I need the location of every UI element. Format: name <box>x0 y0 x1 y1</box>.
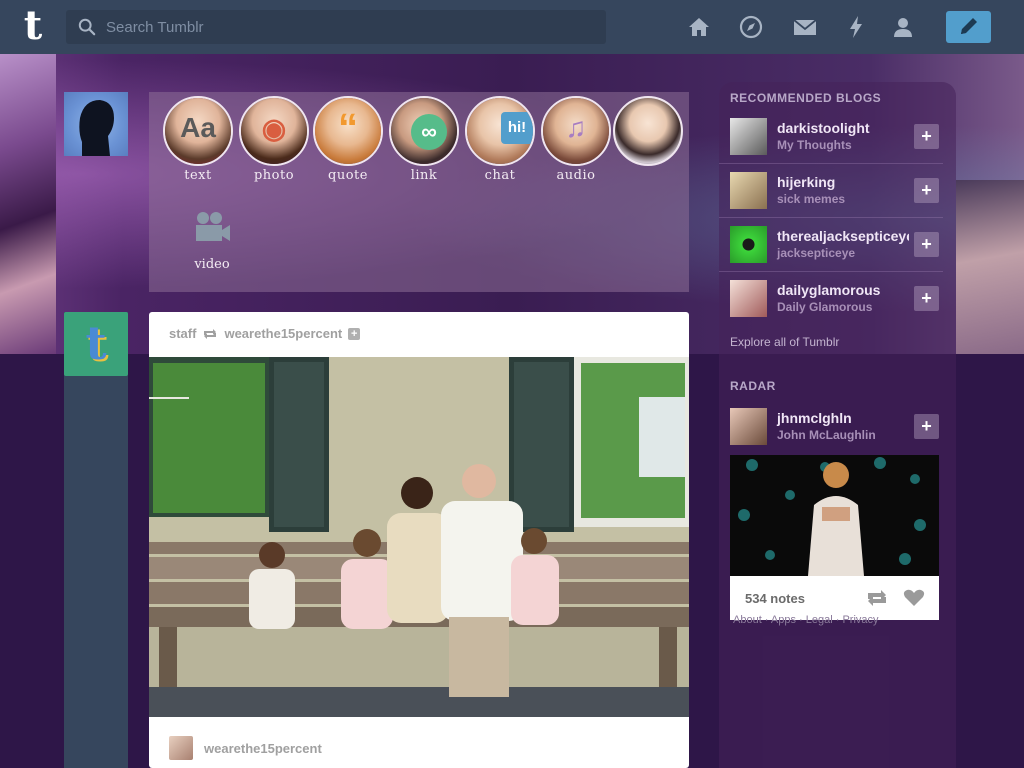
compose-audio-label: audio <box>556 168 596 183</box>
blog-title: sick memes <box>777 192 846 206</box>
text-icon: Aa <box>180 112 216 143</box>
blog-name[interactable]: jhnmclghln <box>777 410 852 426</box>
footer-links[interactable]: About · Apps · Legal · Privacy <box>733 614 879 626</box>
compose-chat-label: chat <box>484 168 516 183</box>
follow-blog-button[interactable]: + <box>914 286 939 311</box>
theme-art-left <box>0 54 56 354</box>
post-author[interactable]: staff <box>169 326 196 341</box>
compose-quote-button[interactable]: “ quote <box>310 92 386 183</box>
link-icon: ∞ <box>411 114 447 150</box>
compose-photo-button[interactable]: ◉ photo <box>236 92 312 183</box>
blog-name[interactable]: hijerking <box>777 174 835 190</box>
right-sidebar: RECOMMENDED BLOGS darkistoolight My Thou… <box>719 82 956 768</box>
chat-post-bubble: hi! <box>465 96 535 166</box>
compose-audio-button[interactable]: ♫ audio <box>538 92 614 183</box>
radar-gif <box>730 455 939 576</box>
post-header: staff wearethe15percent + <box>169 326 361 341</box>
follow-blog-button[interactable]: + <box>914 232 939 257</box>
recommended-blog-row[interactable]: therealjacksepticeye jacksepticeye + <box>719 218 956 272</box>
recommended-blog-row[interactable]: hijerking sick memes + <box>719 164 956 218</box>
top-navigation-bar: t <box>0 0 1024 54</box>
follow-blog-button[interactable]: + <box>914 414 939 439</box>
camera-icon: ◉ <box>261 113 287 144</box>
photo-post-bubble: ◉ <box>239 96 309 166</box>
blog-avatar[interactable] <box>730 118 767 155</box>
quote-post-bubble: “ <box>313 96 383 166</box>
compose-photo-label: photo <box>253 168 295 183</box>
blog-name[interactable]: therealjacksepticeye <box>777 228 909 244</box>
home-icon[interactable] <box>686 14 712 40</box>
reblog-icon <box>204 328 217 339</box>
video-camera-icon <box>196 212 230 241</box>
headphones-icon: ♫ <box>565 112 587 143</box>
staff-avatar[interactable]: t <box>64 312 128 376</box>
reblog-source-avatar[interactable] <box>169 736 193 760</box>
account-icon[interactable] <box>890 14 916 40</box>
silhouette-icon <box>79 100 114 156</box>
blog-title: jacksepticeye <box>777 246 856 260</box>
compose-link-button[interactable]: ∞ link <box>386 92 462 183</box>
blog-avatar[interactable] <box>730 280 767 317</box>
blog-avatar[interactable] <box>730 226 767 263</box>
compose-link-label: link <box>410 168 438 183</box>
recommended-blog-row[interactable]: dailyglamorous Daily Glamorous + <box>719 272 956 326</box>
compose-button[interactable] <box>946 11 991 43</box>
audio-post-bubble: ♫ <box>541 96 611 166</box>
search-input[interactable] <box>104 17 588 37</box>
dashboard-post: staff wearethe15percent + wearethe15perc… <box>149 312 689 768</box>
compass-icon[interactable] <box>738 14 764 40</box>
mail-icon[interactable] <box>792 14 818 40</box>
notes-count[interactable]: 534 notes <box>745 591 805 606</box>
theme-art-right <box>956 180 1024 354</box>
tumblr-logo[interactable]: t <box>16 6 50 46</box>
recommended-heading: RECOMMENDED BLOGS <box>730 91 882 105</box>
blog-avatar[interactable] <box>730 408 767 445</box>
link-post-bubble: ∞ <box>389 96 459 166</box>
reblogged-from-link[interactable]: wearethe15percent <box>224 326 342 341</box>
compose-video-label: video <box>194 257 230 272</box>
blog-title: Daily Glamorous <box>777 300 873 314</box>
post-photo[interactable] <box>149 357 689 717</box>
search-bar[interactable] <box>66 10 606 44</box>
radar-blog-row[interactable]: jhnmclghln John McLaughlin + <box>719 400 956 454</box>
blog-title: John McLaughlin <box>777 428 876 442</box>
blog-avatar[interactable] <box>730 172 767 209</box>
chat-icon: hi! <box>501 112 533 144</box>
compose-quote-label: quote <box>328 168 368 183</box>
follow-button[interactable]: + <box>348 327 361 340</box>
quote-icon: “ <box>338 106 358 150</box>
family-photo-image <box>149 357 689 717</box>
follow-blog-button[interactable]: + <box>914 178 939 203</box>
compose-chat-button[interactable]: hi! chat <box>462 92 538 183</box>
radar-heading: RADAR <box>730 379 776 393</box>
heart-icon[interactable] <box>903 589 925 607</box>
compose-text-button[interactable]: Aa text <box>160 92 236 183</box>
post-source-blog[interactable]: wearethe15percent <box>204 741 322 756</box>
blog-title: My Thoughts <box>777 138 852 152</box>
text-post-bubble: Aa <box>163 96 233 166</box>
avatar[interactable] <box>64 92 128 156</box>
compose-text-label: text <box>184 168 212 183</box>
recommended-blog-row[interactable]: darkistoolight My Thoughts + <box>719 110 956 164</box>
search-icon <box>78 18 96 36</box>
follow-blog-button[interactable]: + <box>914 124 939 149</box>
blog-name[interactable]: dailyglamorous <box>777 282 880 298</box>
pencil-icon <box>961 18 977 34</box>
compose-video-button[interactable]: video <box>174 210 250 272</box>
reblog-icon[interactable] <box>866 589 888 607</box>
lightning-icon[interactable] <box>843 14 869 40</box>
composer-profile-photo <box>610 92 686 166</box>
post-footer: wearethe15percent <box>169 736 322 760</box>
blog-name[interactable]: darkistoolight <box>777 120 870 136</box>
explore-link[interactable]: Explore all of Tumblr <box>730 335 839 349</box>
avatar-rail <box>64 312 128 768</box>
